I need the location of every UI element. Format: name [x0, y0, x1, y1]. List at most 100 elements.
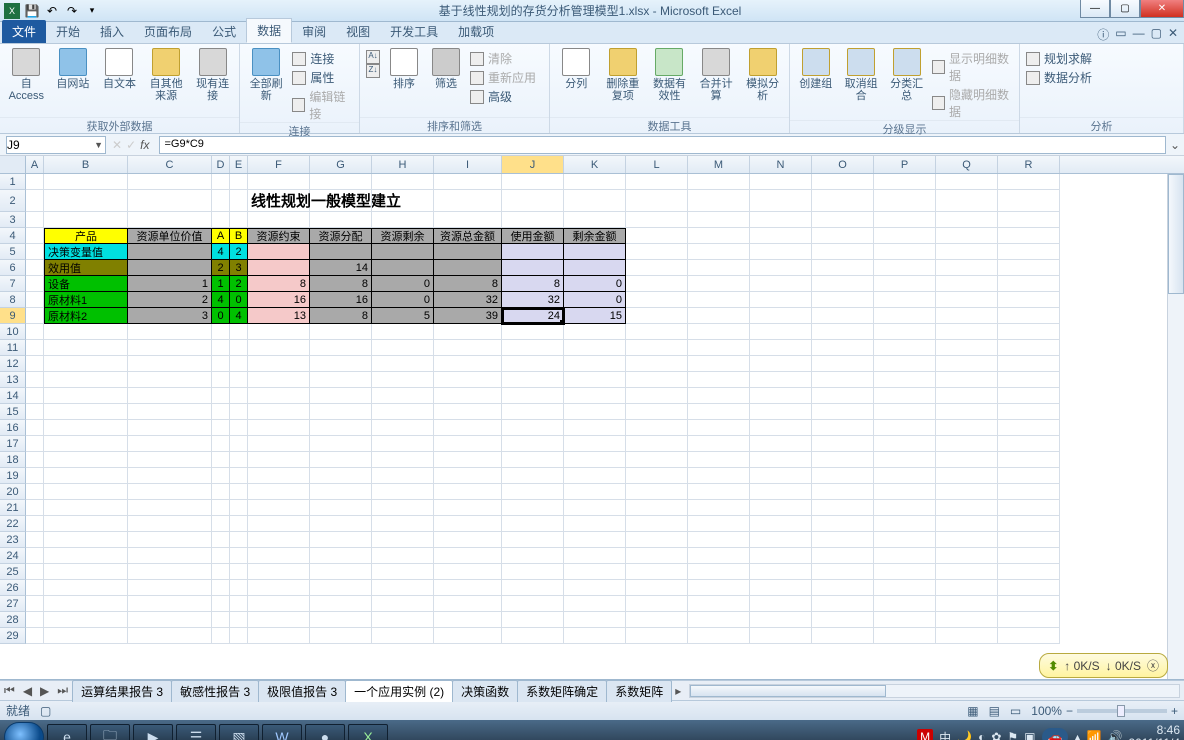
cell-L3[interactable]	[626, 212, 688, 228]
cell-M26[interactable]	[688, 580, 750, 596]
cell-F15[interactable]	[248, 404, 310, 420]
cell-H26[interactable]	[372, 580, 434, 596]
cell-P25[interactable]	[874, 564, 936, 580]
cell-N8[interactable]	[750, 292, 812, 308]
cell-O26[interactable]	[812, 580, 874, 596]
showdetail-button[interactable]: 显示明细数据	[932, 50, 1013, 84]
cell-B3[interactable]	[44, 212, 128, 228]
texttocol-button[interactable]: 分列	[556, 48, 597, 90]
cell-B25[interactable]	[44, 564, 128, 580]
col-header[interactable]: B	[44, 156, 128, 173]
ime-indicator[interactable]: 中	[939, 729, 951, 740]
validation-button[interactable]: 数据有效性	[649, 48, 690, 102]
cell-Q15[interactable]	[936, 404, 998, 420]
cell-G16[interactable]	[310, 420, 372, 436]
cell-Q25[interactable]	[936, 564, 998, 580]
taskbar-explorer[interactable]: 🗀	[90, 724, 130, 740]
row-header[interactable]: 14	[0, 388, 26, 404]
cell-F19[interactable]	[248, 468, 310, 484]
cell-R24[interactable]	[998, 548, 1060, 564]
cell-K6[interactable]	[564, 260, 626, 276]
cell-E20[interactable]	[230, 484, 248, 500]
cell-R8[interactable]	[998, 292, 1060, 308]
cell-M5[interactable]	[688, 244, 750, 260]
cell-A19[interactable]	[26, 468, 44, 484]
cell-D20[interactable]	[212, 484, 230, 500]
row-header[interactable]: 13	[0, 372, 26, 388]
cell-B14[interactable]	[44, 388, 128, 404]
row-header[interactable]: 6	[0, 260, 26, 276]
tab-view[interactable]: 视图	[336, 20, 380, 43]
cell-J11[interactable]	[502, 340, 564, 356]
cell-J7[interactable]: 8	[502, 276, 564, 292]
cell-L15[interactable]	[626, 404, 688, 420]
cell-B9[interactable]: 原材料2	[44, 308, 128, 324]
cell-G22[interactable]	[310, 516, 372, 532]
cell-J22[interactable]	[502, 516, 564, 532]
cell-P23[interactable]	[874, 532, 936, 548]
taskbar-app1[interactable]: ☰	[176, 724, 216, 740]
cell-Q20[interactable]	[936, 484, 998, 500]
cell-J1[interactable]	[502, 174, 564, 190]
cell-Q8[interactable]	[936, 292, 998, 308]
cell-Q9[interactable]	[936, 308, 998, 324]
cell-B26[interactable]	[44, 580, 128, 596]
cell-P20[interactable]	[874, 484, 936, 500]
cell-M14[interactable]	[688, 388, 750, 404]
cell-A3[interactable]	[26, 212, 44, 228]
cell-C20[interactable]	[128, 484, 212, 500]
cell-B5[interactable]: 决策变量值	[44, 244, 128, 260]
cell-D9[interactable]: 0	[212, 308, 230, 324]
tab-developer[interactable]: 开发工具	[380, 20, 448, 43]
cell-K15[interactable]	[564, 404, 626, 420]
cell-J14[interactable]	[502, 388, 564, 404]
tray-m-icon[interactable]: M	[917, 729, 933, 740]
cell-A11[interactable]	[26, 340, 44, 356]
cell-Q16[interactable]	[936, 420, 998, 436]
cell-C28[interactable]	[128, 612, 212, 628]
cell-G6[interactable]: 14	[310, 260, 372, 276]
cell-D1[interactable]	[212, 174, 230, 190]
cell-C18[interactable]	[128, 452, 212, 468]
cell-E27[interactable]	[230, 596, 248, 612]
cell-M20[interactable]	[688, 484, 750, 500]
cell-J20[interactable]	[502, 484, 564, 500]
cell-A26[interactable]	[26, 580, 44, 596]
cell-I23[interactable]	[434, 532, 502, 548]
cell-A25[interactable]	[26, 564, 44, 580]
cell-H21[interactable]	[372, 500, 434, 516]
cell-G23[interactable]	[310, 532, 372, 548]
cell-M10[interactable]	[688, 324, 750, 340]
cell-E19[interactable]	[230, 468, 248, 484]
cell-K12[interactable]	[564, 356, 626, 372]
cell-L22[interactable]	[626, 516, 688, 532]
tray-moon-icon[interactable]: 🌙	[957, 730, 972, 740]
cell-Q18[interactable]	[936, 452, 998, 468]
cell-D2[interactable]	[212, 190, 230, 212]
cell-K7[interactable]: 0	[564, 276, 626, 292]
tray-clock[interactable]: 8:46 2011/11/4	[1128, 724, 1180, 740]
cell-L7[interactable]	[626, 276, 688, 292]
cell-C26[interactable]	[128, 580, 212, 596]
cell-K11[interactable]	[564, 340, 626, 356]
tab-file[interactable]: 文件	[2, 20, 46, 43]
taskbar-player[interactable]: ▶	[133, 724, 173, 740]
cell-B27[interactable]	[44, 596, 128, 612]
workbook-restore-icon[interactable]: ▢	[1151, 26, 1162, 43]
cell-P3[interactable]	[874, 212, 936, 228]
cell-L5[interactable]	[626, 244, 688, 260]
cell-M28[interactable]	[688, 612, 750, 628]
cell-R4[interactable]	[998, 228, 1060, 244]
cell-Q7[interactable]	[936, 276, 998, 292]
cell-C19[interactable]	[128, 468, 212, 484]
cell-A12[interactable]	[26, 356, 44, 372]
cell-K18[interactable]	[564, 452, 626, 468]
cell-H17[interactable]	[372, 436, 434, 452]
tab-pagelayout[interactable]: 页面布局	[134, 20, 202, 43]
cell-O23[interactable]	[812, 532, 874, 548]
cell-J12[interactable]	[502, 356, 564, 372]
cell-I2[interactable]	[434, 190, 502, 212]
cell-L13[interactable]	[626, 372, 688, 388]
editlinks-button[interactable]: 编辑链接	[292, 88, 353, 122]
cell-L29[interactable]	[626, 628, 688, 644]
